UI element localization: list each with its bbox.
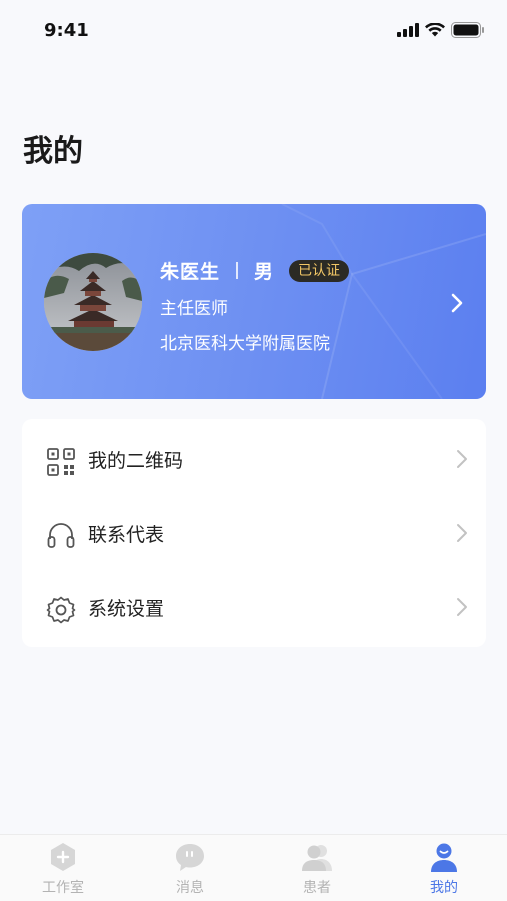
doctor-name: 朱医生 bbox=[160, 261, 221, 283]
tab-bar: 工作室 消息 患者 我的 bbox=[0, 834, 507, 901]
gear-icon bbox=[46, 596, 76, 624]
avatar-image bbox=[44, 253, 142, 351]
menu-item-label: 我的二维码 bbox=[88, 449, 184, 472]
hexagon-plus-icon bbox=[51, 843, 75, 871]
menu-item-system-settings[interactable]: 系统设置 bbox=[22, 571, 486, 643]
chevron-right-icon bbox=[457, 598, 467, 616]
menu-item-qr-code[interactable]: 我的二维码 bbox=[22, 423, 486, 495]
name-divider bbox=[236, 262, 239, 279]
status-time: 9:41 bbox=[44, 20, 89, 41]
tab-label: 我的 bbox=[430, 880, 458, 896]
menu-card: 我的二维码 联系代表 系统设置 bbox=[22, 419, 486, 647]
tab-label: 患者 bbox=[303, 880, 331, 896]
doctor-title: 主任医师 bbox=[160, 299, 228, 319]
tab-label: 工作室 bbox=[42, 880, 84, 896]
chat-bubble-icon bbox=[176, 844, 204, 871]
profile-card[interactable]: 朱医生 男 已认证 主任医师 北京医科大学附属医院 bbox=[22, 204, 486, 399]
menu-item-label: 联系代表 bbox=[88, 523, 165, 546]
tab-label: 消息 bbox=[176, 880, 204, 896]
menu-item-label: 系统设置 bbox=[88, 597, 165, 620]
name-row: 朱医生 男 已认证 bbox=[160, 257, 350, 284]
doctor-hospital: 北京医科大学附属医院 bbox=[160, 334, 330, 354]
signal-icon bbox=[397, 23, 419, 37]
tab-patients[interactable]: 患者 bbox=[254, 835, 380, 901]
verified-badge: 已认证 bbox=[289, 259, 350, 282]
patients-icon bbox=[302, 845, 332, 871]
battery-icon bbox=[451, 22, 484, 38]
page-title: 我的 bbox=[23, 134, 83, 169]
person-icon bbox=[431, 843, 457, 872]
chevron-right-icon bbox=[457, 524, 467, 542]
chevron-right-icon bbox=[457, 450, 467, 468]
qr-code-icon bbox=[47, 448, 75, 476]
tab-studio[interactable]: 工作室 bbox=[0, 835, 126, 901]
headset-icon bbox=[47, 523, 75, 548]
doctor-gender: 男 bbox=[254, 261, 274, 283]
wifi-icon bbox=[425, 23, 445, 37]
status-icons bbox=[397, 22, 485, 38]
tab-messages[interactable]: 消息 bbox=[127, 835, 253, 901]
chevron-right-icon[interactable] bbox=[450, 292, 464, 314]
avatar bbox=[44, 253, 142, 351]
status-bar: 9:41 bbox=[0, 0, 507, 62]
menu-item-contact-representative[interactable]: 联系代表 bbox=[22, 497, 486, 569]
tab-mine[interactable]: 我的 bbox=[381, 835, 507, 901]
